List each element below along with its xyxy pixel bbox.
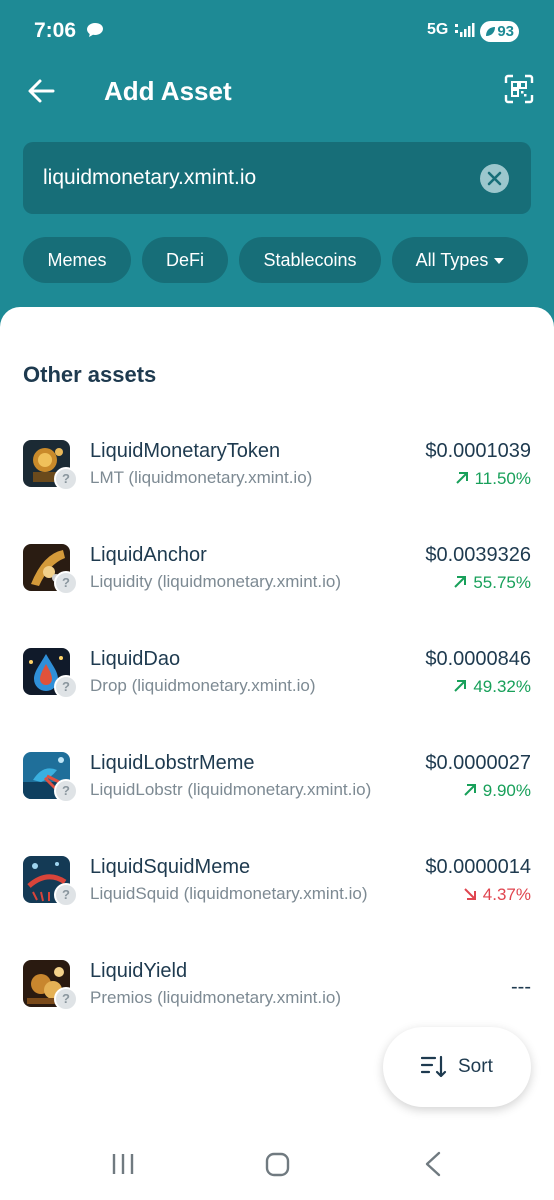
asset-name: LiquidAnchor xyxy=(90,544,207,566)
section-title: Other assets xyxy=(23,362,157,387)
close-icon xyxy=(487,171,502,186)
status-bar: 7:06 5G 93 xyxy=(0,0,554,62)
battery-indicator: 93 xyxy=(480,21,519,42)
arrow-up-right-icon xyxy=(454,576,467,588)
asset-price: $0.0000846 xyxy=(425,648,531,670)
qr-scan-icon[interactable] xyxy=(504,74,534,104)
asset-change: 49.32% xyxy=(453,677,531,697)
asset-change-value: 4.37% xyxy=(482,885,531,904)
asset-name: LiquidDao xyxy=(90,648,181,670)
asset-change-value: 9.90% xyxy=(482,781,531,800)
asset-price: $0.0000027 xyxy=(425,752,531,774)
asset-change: 4.37% xyxy=(463,885,531,905)
asset-subtitle: Liquidity (liquidmonetary.xmint.io) xyxy=(90,572,342,591)
system-back-icon[interactable] xyxy=(423,1151,443,1177)
signal-icon xyxy=(455,23,475,37)
filter-defi[interactable]: DeFi xyxy=(142,237,228,283)
asset-row[interactable]: ? LiquidAnchor Liquidity (liquidmonetary… xyxy=(0,544,554,634)
asset-row[interactable]: ? LiquidLobstrMeme LiquidLobstr (liquidm… xyxy=(0,752,554,842)
unknown-token-badge: ? xyxy=(54,675,78,699)
status-time: 7:06 xyxy=(34,19,77,42)
search-value[interactable]: liquidmonetary.xmint.io xyxy=(43,166,256,190)
asset-row[interactable]: ? LiquidDao Drop (liquidmonetary.xmint.i… xyxy=(0,648,554,738)
asset-row[interactable]: ? LiquidSquidMeme LiquidSquid (liquidmon… xyxy=(0,856,554,946)
recents-icon[interactable] xyxy=(110,1152,136,1176)
filter-all-types-label: All Types xyxy=(415,250,489,270)
unknown-token-badge: ? xyxy=(54,779,78,803)
sort-button[interactable]: Sort xyxy=(383,1027,531,1107)
caret-down-icon xyxy=(494,258,505,265)
asset-name: LiquidYield xyxy=(90,960,188,982)
asset-name: LiquidLobstrMeme xyxy=(90,752,255,774)
unknown-token-badge: ? xyxy=(54,883,78,907)
asset-price: --- xyxy=(511,976,531,998)
filter-stablecoins[interactable]: Stablecoins xyxy=(239,237,381,283)
asset-price: $0.0039326 xyxy=(425,544,531,566)
asset-subtitle: LiquidSquid (liquidmonetary.xmint.io) xyxy=(90,884,368,903)
asset-change-value: 55.75% xyxy=(473,573,531,592)
asset-name: LiquidSquidMeme xyxy=(90,856,251,878)
sort-icon xyxy=(421,1055,447,1078)
asset-price: $0.0001039 xyxy=(425,440,531,462)
arrow-up-right-icon xyxy=(455,472,468,484)
asset-name: LiquidMonetaryToken xyxy=(90,440,281,462)
search-input[interactable]: liquidmonetary.xmint.io xyxy=(23,142,531,214)
asset-subtitle: Premios (liquidmonetary.xmint.io) xyxy=(90,988,341,1007)
arrow-down-right-icon xyxy=(464,888,476,900)
header-area: 7:06 5G 93 Add Asset liquidmonetary.xmin… xyxy=(0,0,554,340)
arrow-up-right-icon xyxy=(464,784,476,796)
unknown-token-badge: ? xyxy=(54,987,78,1011)
home-icon[interactable] xyxy=(265,1152,290,1177)
battery-level: 93 xyxy=(497,23,514,40)
asset-price: $0.0000014 xyxy=(425,856,531,878)
asset-row[interactable]: ? LiquidMonetaryToken LMT (liquidmonetar… xyxy=(0,440,554,530)
page-title: Add Asset xyxy=(104,76,232,106)
back-arrow-icon[interactable] xyxy=(26,76,56,106)
filter-memes[interactable]: Memes xyxy=(23,237,131,283)
asset-change: 55.75% xyxy=(453,573,531,593)
sort-label: Sort xyxy=(458,1056,493,1077)
unknown-token-badge: ? xyxy=(54,467,78,491)
asset-change-value: 49.32% xyxy=(473,677,531,696)
asset-subtitle: LiquidLobstr (liquidmonetary.xmint.io) xyxy=(90,780,372,799)
asset-subtitle: LMT (liquidmonetary.xmint.io) xyxy=(90,468,313,487)
filter-all-types[interactable]: All Types xyxy=(392,237,528,283)
unknown-token-badge: ? xyxy=(54,571,78,595)
network-label: 5G xyxy=(427,21,449,38)
message-icon xyxy=(87,23,103,37)
asset-subtitle: Drop (liquidmonetary.xmint.io) xyxy=(90,676,316,695)
leaf-icon xyxy=(486,27,495,36)
asset-change: 9.90% xyxy=(463,781,531,801)
arrow-up-right-icon xyxy=(454,680,467,692)
system-nav-bar xyxy=(0,1128,554,1200)
clear-search-button[interactable] xyxy=(480,164,509,193)
asset-change: 11.50% xyxy=(455,469,531,489)
asset-change-value: 11.50% xyxy=(474,469,531,488)
